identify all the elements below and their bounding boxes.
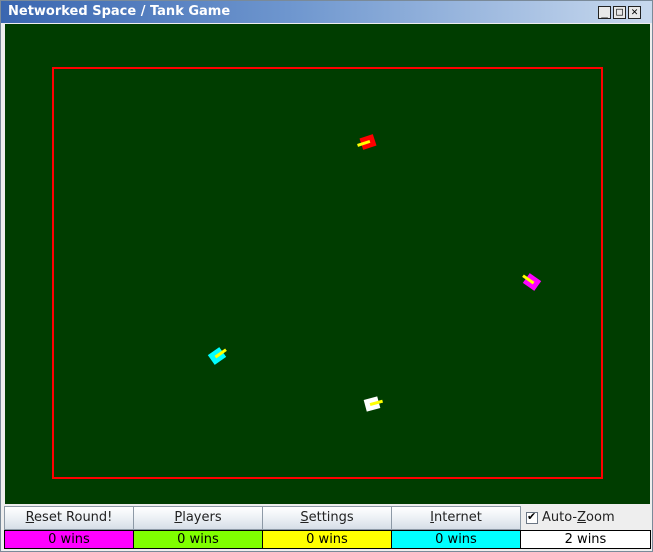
auto-zoom-label: Auto-Zoom — [542, 508, 615, 528]
score-cyan: 0 wins — [391, 530, 521, 549]
white-tank — [363, 396, 384, 412]
internet-label: nternet — [434, 510, 482, 525]
check-icon: ✔ — [527, 510, 537, 523]
settings-button[interactable]: Settings — [262, 506, 392, 530]
control-bar: Reset Round! Players Settings Internet ✔… — [4, 505, 651, 531]
auto-zoom-checkbox[interactable]: ✔ — [526, 510, 538, 524]
close-button[interactable]: ✕ — [628, 5, 641, 19]
arena-boundary — [52, 67, 603, 479]
magenta-tank — [522, 273, 542, 291]
red-tank — [357, 134, 377, 150]
score-white: 2 wins — [520, 530, 651, 549]
game-arena[interactable] — [5, 24, 650, 504]
auto-zoom-label-end: oom — [586, 510, 615, 525]
reset-round-label: eset Round! — [34, 510, 113, 525]
score-yellow: 0 wins — [262, 530, 392, 549]
auto-zoom-label-start: Auto- — [542, 510, 578, 525]
players-button[interactable]: Players — [133, 506, 263, 530]
players-label: layers — [182, 510, 222, 525]
settings-mnemonic: S — [300, 510, 309, 525]
arena-canvas — [52, 67, 603, 479]
reset-round-mnemonic: R — [25, 510, 35, 525]
cyan-tank — [207, 347, 227, 365]
maximize-button[interactable]: □ — [613, 5, 626, 19]
settings-label: ettings — [308, 510, 354, 525]
reset-round-button[interactable]: Reset Round! — [4, 506, 134, 530]
minimize-button[interactable]: _ — [598, 5, 611, 19]
score-green: 0 wins — [133, 530, 263, 549]
internet-button[interactable]: Internet — [391, 506, 521, 530]
window-title: Networked Space / Tank Game — [8, 4, 231, 19]
score-bar: 0 wins 0 wins 0 wins 0 wins 2 wins — [4, 530, 651, 549]
score-magenta: 0 wins — [4, 530, 134, 549]
minimize-icon: _ — [601, 5, 608, 18]
game-window: Networked Space / Tank Game _ □ ✕ Reset … — [0, 0, 653, 552]
close-icon: ✕ — [631, 5, 638, 18]
title-bar[interactable]: Networked Space / Tank Game _ □ ✕ — [1, 1, 652, 23]
maximize-icon: □ — [616, 5, 623, 18]
auto-zoom-mnemonic: Z — [577, 510, 587, 525]
